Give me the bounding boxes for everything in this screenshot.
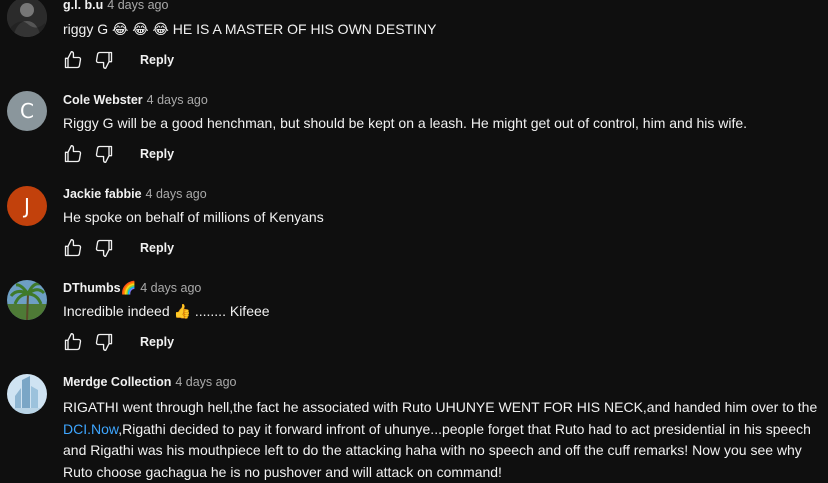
comment-header: Merdge Collection 4 days ago [63,375,237,389]
thumbs-up-icon [64,333,82,351]
comment-text: Riggy G will be a good henchman, but sho… [63,115,748,131]
comment-time[interactable]: 4 days ago [140,281,201,295]
like-button[interactable] [62,331,84,353]
comment-actions: Reply [62,237,174,259]
avatar[interactable] [7,374,47,414]
comment-text-part: RIGATHI went through hell,the fact he as… [63,399,818,415]
author-name[interactable]: Cole Webster [63,93,143,107]
dislike-button[interactable] [93,143,115,165]
reply-button[interactable]: Reply [140,53,174,67]
comment-time[interactable]: 4 days ago [147,93,208,107]
dislike-button[interactable] [93,237,115,259]
thumbs-down-icon [95,51,113,70]
comment-time[interactable]: 4 days ago [175,375,236,389]
avatar[interactable] [7,0,47,37]
thumbs-up-icon [64,145,82,163]
author-name[interactable]: g.l. b.u [63,0,103,12]
reply-button[interactable]: Reply [140,147,174,161]
like-button[interactable] [62,143,84,165]
comment-actions: Reply [62,49,174,71]
comment-text: riggy G 😂 😂 😂 HE IS A MASTER OF HIS OWN … [63,21,437,37]
author-name[interactable]: DThumbs🌈 [63,281,136,295]
like-button[interactable] [62,49,84,71]
comment-header: Jackie fabbie 4 days ago [63,187,207,201]
dislike-button[interactable] [93,49,115,71]
thumbs-down-icon [95,239,113,257]
author-name[interactable]: Jackie fabbie [63,187,142,201]
comment-time[interactable]: 4 days ago [146,187,207,201]
comment-link[interactable]: DCI.Now [63,421,118,437]
avatar[interactable]: J [7,186,47,226]
thumbs-down-icon [95,333,113,351]
thumbs-down-icon [95,145,113,163]
author-name[interactable]: Merdge Collection [63,375,171,389]
comment-text: RIGATHI went through hell,the fact he as… [63,397,823,483]
comment-text: He spoke on behalf of millions of Kenyan… [63,209,324,225]
comment-time[interactable]: 4 days ago [107,0,168,12]
comment-actions: Reply [62,331,174,353]
comment-text-part: ,Rigathi decided to pay it forward infro… [63,420,811,480]
comment-header: DThumbs🌈 4 days ago [63,281,201,296]
comment-header: g.l. b.u 4 days ago [63,0,168,12]
comment-actions: Reply [62,143,174,165]
thumbs-up-icon [64,239,82,257]
dislike-button[interactable] [93,331,115,353]
reply-button[interactable]: Reply [140,241,174,255]
comment-header: Cole Webster 4 days ago [63,93,208,107]
like-button[interactable] [62,237,84,259]
comment-text: Incredible indeed 👍 ........ Kifeee [63,303,270,319]
reply-button[interactable]: Reply [140,335,174,349]
thumbs-up-icon [64,51,82,69]
avatar[interactable]: C [7,91,47,131]
avatar[interactable] [7,280,47,320]
